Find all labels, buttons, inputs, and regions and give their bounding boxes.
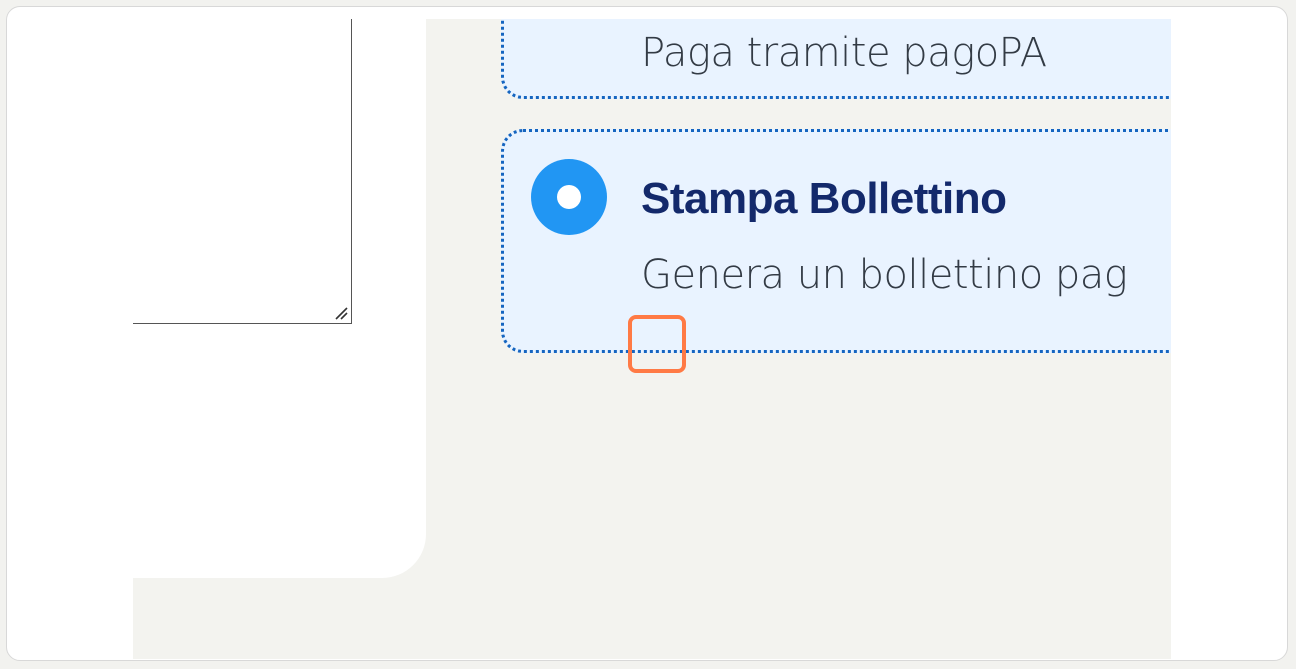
screenshot-frame: Paga tramite pagoPA Stampa Bollettino Ge…: [6, 6, 1288, 661]
form-panel: [133, 19, 426, 578]
option-description: Genera un bollettino pag: [641, 252, 1128, 298]
option-title: Stampa Bollettino: [641, 174, 1007, 223]
radio-dot: [557, 185, 581, 209]
click-highlight-marker: [628, 315, 686, 373]
option-description: Paga tramite pagoPA: [641, 30, 1047, 76]
resize-grip-icon[interactable]: [334, 306, 348, 320]
payment-option-pagopa[interactable]: Paga tramite pagoPA: [501, 19, 1171, 99]
payment-option-bollettino[interactable]: Stampa Bollettino Genera un bollettino p…: [501, 129, 1171, 353]
radio-selected-icon[interactable]: [531, 159, 607, 235]
notes-textarea[interactable]: [133, 19, 352, 324]
